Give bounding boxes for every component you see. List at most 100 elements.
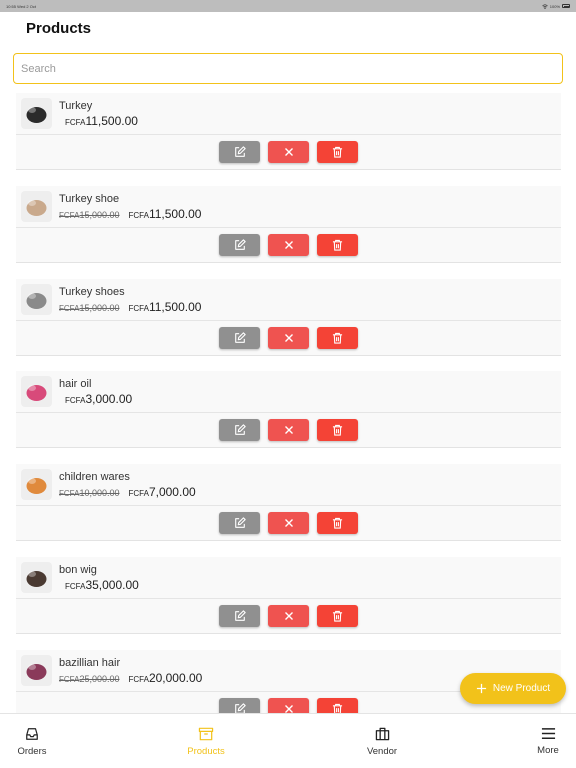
product-name: bazillian hair — [59, 656, 121, 669]
product-actions — [219, 605, 358, 627]
products-screen: 10:55 Wed 2 Oct 100% Products Turkey FCFA… — [0, 0, 576, 768]
product-prices: FCFA3,000.00 — [59, 392, 132, 408]
product-prices: FCFA11,500.00 — [59, 114, 138, 130]
edit-icon — [234, 517, 246, 529]
edit-product-button[interactable] — [219, 512, 260, 535]
product-image-icon — [21, 98, 52, 129]
product-prices: FCFA15,000.00 FCFA11,500.00 — [59, 300, 201, 316]
current-price: FCFA3,000.00 — [65, 392, 133, 407]
close-icon — [284, 240, 293, 249]
product-image-icon — [21, 469, 52, 501]
product-row[interactable]: Turkey shoes FCFA15,000.00 FCFA11,500.00 — [16, 279, 561, 321]
trash-icon — [332, 239, 343, 251]
delete-product-button[interactable] — [317, 141, 358, 163]
remove-product-button[interactable] — [268, 233, 309, 256]
old-price: FCFA15,000.00 — [59, 302, 120, 313]
tab-orders[interactable]: Orders — [12, 714, 52, 768]
product-prices: FCFA35,000.00 — [59, 578, 139, 594]
product-card[interactable]: Turkey FCFA11,500.00 — [16, 93, 561, 170]
delete-product-button[interactable] — [317, 605, 358, 627]
bottom-tab-bar: Orders Products Vendor More — [0, 713, 576, 768]
product-thumbnail — [21, 562, 52, 593]
edit-product-button[interactable] — [219, 141, 260, 163]
product-thumbnail — [21, 654, 52, 686]
product-card[interactable]: bon wig FCFA35,000.00 — [16, 557, 561, 634]
current-price: FCFA11,500.00 — [65, 114, 138, 128]
product-thumbnail — [21, 376, 52, 408]
product-actions — [219, 419, 358, 442]
new-product-label: New Product — [492, 683, 551, 694]
close-icon — [284, 333, 293, 342]
product-thumbnail — [21, 469, 52, 501]
close-icon — [284, 612, 293, 620]
product-actions — [219, 326, 358, 349]
product-name: Turkey — [59, 100, 93, 112]
tab-products[interactable]: Products — [180, 714, 232, 768]
edit-icon — [234, 239, 246, 250]
product-row[interactable]: Turkey shoe FCFA15,000.00 FCFA11,500.00 — [16, 186, 561, 228]
edit-product-button[interactable] — [219, 326, 260, 349]
remove-product-button[interactable] — [268, 605, 309, 627]
trash-icon — [332, 610, 343, 622]
tab-products-label: Products — [187, 746, 225, 757]
old-price: FCFA10,000.00 — [59, 488, 120, 499]
product-row[interactable]: hair oil FCFA3,000.00 — [16, 371, 561, 414]
edit-product-button[interactable] — [219, 419, 260, 442]
search-field[interactable] — [13, 53, 563, 84]
remove-product-button[interactable] — [268, 326, 309, 349]
product-row[interactable]: bon wig FCFA35,000.00 — [16, 557, 561, 599]
edit-product-button[interactable] — [219, 605, 260, 627]
product-name: children wares — [59, 471, 130, 484]
remove-product-button[interactable] — [268, 419, 309, 442]
delete-product-button[interactable] — [317, 233, 358, 256]
remove-product-button[interactable] — [268, 141, 309, 163]
tab-vendor[interactable]: Vendor — [361, 714, 403, 768]
status-time: 10:55 — [6, 3, 17, 9]
briefcase-icon — [375, 727, 389, 741]
product-thumbnail — [21, 190, 52, 222]
product-actions — [219, 233, 358, 256]
product-card[interactable]: hair oil FCFA3,000.00 — [16, 371, 561, 449]
delete-product-button[interactable] — [317, 419, 358, 442]
product-image-icon — [21, 562, 52, 593]
product-row[interactable]: children wares FCFA10,000.00 FCFA7,000.00 — [16, 464, 561, 507]
product-image-icon — [21, 283, 52, 315]
product-prices: FCFA15,000.00 FCFA11,500.00 — [59, 207, 201, 223]
product-row[interactable]: Turkey FCFA11,500.00 — [16, 93, 561, 135]
current-price: FCFA20,000.00 — [128, 670, 203, 685]
new-product-button[interactable]: New Product — [460, 673, 566, 704]
delete-product-button[interactable] — [317, 512, 358, 535]
tab-more[interactable]: More — [532, 714, 564, 768]
old-price: FCFA25,000.00 — [59, 673, 120, 684]
current-price: FCFA7,000.00 — [128, 485, 196, 500]
trash-icon — [332, 425, 343, 436]
trash-icon — [332, 518, 343, 529]
edit-icon — [234, 146, 246, 157]
product-prices: FCFA10,000.00 FCFA7,000.00 — [59, 485, 196, 501]
menu-icon — [541, 728, 555, 739]
remove-product-button[interactable] — [268, 512, 309, 535]
close-icon — [284, 519, 293, 528]
product-card[interactable]: children wares FCFA10,000.00 FCFA7,000.00 — [16, 464, 561, 542]
product-card[interactable]: Turkey shoe FCFA15,000.00 FCFA11,500.00 — [16, 185, 561, 263]
current-price: FCFA11,500.00 — [128, 206, 202, 221]
product-prices: FCFA25,000.00 FCFA20,000.00 — [59, 671, 202, 687]
battery-icon — [562, 4, 570, 8]
delete-product-button[interactable] — [317, 326, 358, 349]
product-name: Turkey shoe — [59, 192, 120, 205]
search-input[interactable] — [14, 54, 562, 83]
product-name: hair oil — [59, 378, 92, 391]
plus-icon — [476, 683, 486, 694]
edit-icon — [234, 331, 246, 343]
close-icon — [284, 148, 293, 156]
trash-icon — [332, 146, 343, 158]
product-thumbnail — [21, 283, 52, 315]
edit-icon — [234, 424, 246, 436]
product-name: Turkey shoes — [59, 285, 125, 298]
edit-product-button[interactable] — [219, 233, 260, 256]
edit-icon — [234, 610, 246, 621]
product-card[interactable]: Turkey shoes FCFA15,000.00 FCFA11,500.00 — [16, 278, 561, 356]
archive-box-icon — [198, 727, 214, 741]
current-price: FCFA11,500.00 — [128, 299, 202, 314]
product-name: bon wig — [59, 564, 97, 576]
